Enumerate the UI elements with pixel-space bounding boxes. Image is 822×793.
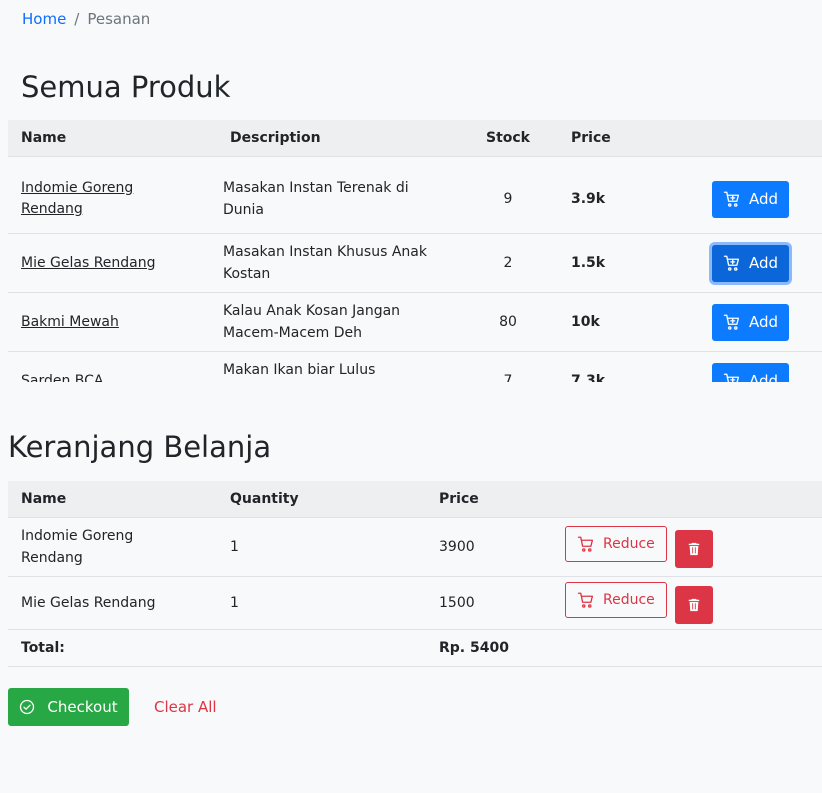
product-row: Indomie Goreng Rendang Masakan Instan Te… xyxy=(8,156,822,234)
cart-item-name: Mie Gelas Rendang xyxy=(8,576,217,630)
breadcrumb: Home / Pesanan xyxy=(22,10,150,28)
cart-plus-icon xyxy=(723,191,740,207)
check-circle-icon xyxy=(20,699,35,715)
cart-col-header-quantity: Quantity xyxy=(217,481,426,518)
product-name-link[interactable]: Indomie Goreng Rendang xyxy=(21,180,133,217)
product-description: Masakan Instan Terenak di Dunia xyxy=(210,156,458,234)
product-row: Mie Gelas Rendang Masakan Instan Khusus … xyxy=(8,233,822,293)
product-price: 10k xyxy=(558,292,673,352)
cart-col-header-name: Name xyxy=(8,481,217,518)
reduce-button[interactable]: Reduce xyxy=(565,582,667,618)
product-stock: 80 xyxy=(458,292,558,352)
trash-icon xyxy=(688,542,700,556)
cart-item-price: 3900 xyxy=(426,517,552,577)
cart-item-quantity: 1 xyxy=(217,576,426,630)
col-header-stock: Stock xyxy=(458,120,558,157)
breadcrumb-current: Pesanan xyxy=(87,10,151,28)
add-button-label: Add xyxy=(749,190,779,208)
cart-item-quantity: 1 xyxy=(217,517,426,577)
add-button-label: Add xyxy=(749,313,779,331)
cart-header-row: Name Quantity Price xyxy=(8,481,822,518)
add-to-cart-button[interactable]: Add xyxy=(712,244,790,282)
breadcrumb-home-link[interactable]: Home xyxy=(22,10,66,28)
add-button-label: Add xyxy=(749,254,779,272)
add-to-cart-button[interactable]: Add xyxy=(712,303,790,341)
delete-item-button[interactable] xyxy=(674,586,713,624)
product-stock: 7 xyxy=(458,351,558,382)
product-name-link[interactable]: Sarden BCA xyxy=(21,373,104,383)
breadcrumb-separator: / xyxy=(74,10,80,28)
col-header-name: Name xyxy=(8,120,210,157)
checkout-label: Checkout xyxy=(47,698,118,716)
add-button-label: Add xyxy=(749,372,779,382)
cart-title: Keranjang Belanja xyxy=(8,430,272,464)
products-table-container[interactable]: Name Description Stock Price Indomie Gor… xyxy=(8,120,822,382)
product-description: Kalau Anak Kosan Jangan Macem-Macem Deh xyxy=(210,292,458,352)
cart-table-container: Name Quantity Price Indomie Goreng Renda… xyxy=(8,481,822,667)
product-description: Masakan Instan Khusus Anak Kostan xyxy=(210,233,458,293)
clear-all-link[interactable]: Clear All xyxy=(154,698,217,716)
cart-icon xyxy=(577,592,594,608)
product-row: Sarden BCA Makan Ikan biar Lulus Bootcam… xyxy=(8,351,822,383)
product-row: Bakmi Mewah Kalau Anak Kosan Jangan Mace… xyxy=(8,292,822,352)
product-name-link[interactable]: Bakmi Mewah xyxy=(21,314,119,330)
total-label: Total: xyxy=(8,629,217,667)
add-to-cart-button[interactable]: Add xyxy=(712,362,790,382)
product-price: 1.5k xyxy=(558,233,673,293)
cart-plus-icon xyxy=(723,255,740,271)
products-table: Name Description Stock Price Indomie Gor… xyxy=(8,120,822,382)
checkout-button[interactable]: Checkout xyxy=(8,688,129,726)
cart-item-name: Indomie Goreng Rendang xyxy=(8,517,217,577)
cart-total-row: Total: Rp. 5400 xyxy=(8,629,822,667)
trash-icon xyxy=(688,598,700,612)
cart-col-header-actions xyxy=(552,481,822,518)
cart-item-price: 1500 xyxy=(426,576,552,630)
total-value: Rp. 5400 xyxy=(426,629,552,667)
cart-table: Name Quantity Price Indomie Goreng Renda… xyxy=(8,481,822,667)
reduce-button-label: Reduce xyxy=(603,536,655,552)
delete-item-button[interactable] xyxy=(674,530,713,568)
product-price: 3.9k xyxy=(558,156,673,234)
col-header-description: Description xyxy=(210,120,458,157)
products-header-row: Name Description Stock Price xyxy=(8,120,822,157)
product-name-link[interactable]: Mie Gelas Rendang xyxy=(21,255,156,271)
reduce-button[interactable]: Reduce xyxy=(565,526,667,562)
product-price: 7.3k xyxy=(558,351,673,382)
cart-row: Indomie Goreng Rendang 1 3900 Reduce xyxy=(8,517,822,577)
product-stock: 2 xyxy=(458,233,558,293)
cart-plus-icon xyxy=(723,314,740,330)
product-stock: 9 xyxy=(458,156,558,234)
products-title: Semua Produk xyxy=(21,70,231,104)
cart-row: Mie Gelas Rendang 1 1500 Reduce xyxy=(8,576,822,630)
add-to-cart-button[interactable]: Add xyxy=(712,180,790,218)
col-header-actions xyxy=(673,120,822,157)
reduce-button-label: Reduce xyxy=(603,592,655,608)
product-description: Makan Ikan biar Lulus Bootcamp Inosoft xyxy=(210,351,458,382)
cart-icon xyxy=(577,536,594,552)
col-header-price: Price xyxy=(558,120,673,157)
cart-col-header-price: Price xyxy=(426,481,552,518)
cart-plus-icon xyxy=(723,373,740,382)
